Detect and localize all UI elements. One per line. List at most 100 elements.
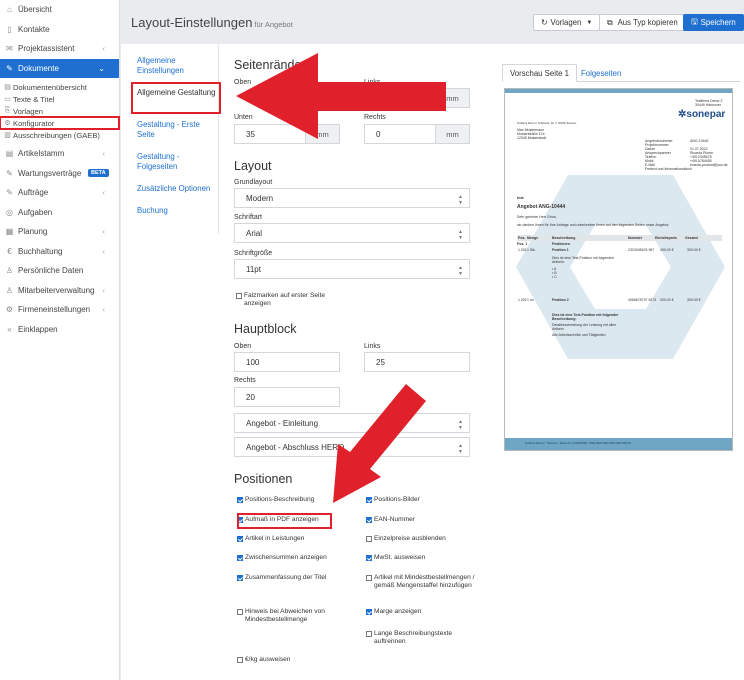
sidebar-item-übersicht[interactable]: ⌂ Übersicht	[0, 0, 119, 20]
checkbox-box[interactable]	[366, 609, 372, 615]
fold-marks-checkbox[interactable]: Falzmarken auf erster Seite anzeigen	[236, 292, 341, 309]
sidebar-item-einklappen[interactable]: « Einklappen	[0, 320, 119, 340]
meta-value: ricarda-product@yoo.de	[690, 163, 728, 167]
nav-general[interactable]: Allgemeine Einstellungen	[137, 56, 217, 76]
nav-following-pages[interactable]: Gestaltung - Folgeseiten	[137, 152, 217, 172]
sidebar-item-label: Wartungsverträge	[18, 168, 82, 178]
checkbox-box[interactable]	[237, 609, 243, 615]
nav-booking[interactable]: Buchung	[137, 206, 217, 216]
checkbox-label: Artikel in Leistungen	[245, 535, 305, 542]
position-option-checkbox[interactable]: Artikel mit Mindestbestellmengen / gemäß…	[366, 574, 491, 591]
sidebar-item-projektassistent[interactable]: ✉ Projektassistent ‹	[0, 39, 119, 59]
sidebar-item-buchhaltung[interactable]: € Buchhaltung ‹	[0, 242, 119, 262]
font-size-select[interactable]: 11pt ▲ ▼	[234, 259, 470, 279]
sidebar-item-label: Kontakte	[18, 24, 50, 34]
sidebar-item-dokumente[interactable]: ✎ Dokumente ⌄	[0, 58, 119, 78]
checkbox-box[interactable]	[366, 555, 372, 561]
checkbox-label: MwSt. ausweisen	[374, 554, 426, 561]
checkbox-box[interactable]	[366, 497, 372, 503]
checkbox-box[interactable]	[237, 555, 243, 561]
margin-right-input[interactable]: 0 mm	[364, 124, 470, 144]
templates-button[interactable]: ↻ Vorlagen ▼	[533, 14, 601, 31]
watermark-hexagon	[516, 175, 725, 359]
table-header-cell: Menge	[527, 236, 539, 240]
checkbox-label: Marge anzeigen	[374, 608, 422, 615]
margin-left-input[interactable]: mm	[364, 88, 470, 108]
sidebar-item-dokumentenübersicht[interactable]: ▤ Dokumentenübersicht	[0, 81, 119, 93]
closing-text-select[interactable]: Angebot - Abschluss HERO ▲ ▼	[234, 437, 470, 457]
intro-text-select[interactable]: Angebot - Einleitung ▲ ▼	[234, 413, 470, 433]
preview-tabs: Vorschau Seite 1 Folgeseiten	[502, 64, 740, 82]
caret-icon: ▲ ▼	[458, 443, 463, 455]
mainblock-top-input[interactable]: 100	[234, 352, 340, 372]
sidebar-item-mitarbeiterverwaltung[interactable]: ♙ Mitarbeiterverwaltung ‹	[0, 281, 119, 301]
nav-extra-options[interactable]: Zusätzliche Optionen	[137, 184, 217, 194]
sidebar-item-aufgaben[interactable]: ◎ Aufgaben	[0, 203, 119, 223]
checkbox-box[interactable]	[237, 657, 243, 663]
position-option-checkbox[interactable]: €/kg ausweisen	[237, 656, 347, 664]
project-icon: ✉	[6, 44, 13, 54]
table-cell: 300.00 €	[660, 248, 674, 252]
table-header-cell: Einheitspreis	[655, 236, 677, 240]
checkbox-box[interactable]	[366, 536, 372, 542]
position-option-checkbox[interactable]: Positions-Bilder	[366, 496, 476, 504]
beta-badge: BETA	[88, 169, 109, 178]
article-icon: ▤	[5, 149, 14, 159]
sidebar-item-label: Aufgaben	[18, 207, 53, 217]
checkbox-box[interactable]	[236, 293, 242, 299]
checkbox-box[interactable]	[237, 575, 243, 581]
checkbox-box[interactable]	[366, 575, 372, 581]
sidebar-item-wartungsverträge[interactable]: ✎ Wartungsverträge BETA	[0, 164, 119, 184]
position-option-checkbox[interactable]: MwSt. ausweisen	[366, 554, 476, 562]
chevron-icon: ‹	[102, 44, 105, 54]
position-option-checkbox[interactable]: Marge anzeigen	[366, 608, 476, 616]
doc-intro: wir danken Ihnen für Ihre Anfrage und un…	[517, 223, 670, 227]
position-option-checkbox[interactable]: Hinweis bei Abweichen von Mindestbestell…	[237, 608, 357, 625]
sidebar: ⌂ Übersicht ▯ Kontakte ✉ Projektassistent ‹ ✎ Do…	[0, 0, 120, 680]
position-option-checkbox[interactable]: Zwischensummen anzeigen	[237, 554, 347, 562]
sidebar-item-persönliche-daten[interactable]: ♙ Persönliche Daten	[0, 261, 119, 281]
sidebar-item-aufträge[interactable]: ✎ Aufträge ‹	[0, 183, 119, 203]
copy-from-type-button[interactable]: ⧉ Aus Typ kopieren	[599, 14, 686, 31]
table-cell: 1 m²	[527, 298, 534, 302]
sidebar-item-konfigurator[interactable]: ⚙ Konfigurator	[0, 116, 120, 130]
sidebar-item-planung[interactable]: ▦ Planung ‹	[0, 222, 119, 242]
home-icon: ⌂	[7, 5, 12, 15]
sidebar-item-texte-titel[interactable]: ▭ Texte & Titel	[0, 93, 119, 105]
position-option-checkbox[interactable]: Lange Beschreibungstexte auftrennen	[366, 630, 476, 647]
position-option-checkbox[interactable]: Einzelpreise ausblenden	[366, 535, 476, 543]
position-option-checkbox[interactable]: Positions-Beschreibung	[237, 496, 347, 504]
position-option-checkbox[interactable]: Artikel in Leistungen	[237, 535, 347, 543]
sidebar-item-artikelstamm[interactable]: ▤ Artikelstamm ‹	[0, 144, 119, 164]
doc-pos-num: Pos. 1	[517, 242, 528, 246]
section-margins-title: Seitenränder	[234, 58, 306, 72]
base-layout-select[interactable]: Modern ▲ ▼	[234, 188, 470, 208]
mainblock-left-input[interactable]: 25	[364, 352, 470, 372]
table-cell: 2324345676 987	[628, 248, 655, 252]
font-select[interactable]: Arial ▲ ▼	[234, 223, 470, 243]
sidebar-item-label: Dokumente	[18, 63, 59, 73]
checkbox-label: Einzelpreise ausblenden	[374, 535, 446, 542]
save-button[interactable]: 🖫 Speichern	[683, 14, 744, 31]
sidebar-item-firmeneinstellungen[interactable]: ⚙ Firmeneinstellungen ‹	[0, 300, 119, 320]
content-panel: Allgemeine Einstellungen Allgemeine Gest…	[121, 44, 744, 680]
mainblock-right-input[interactable]: 20	[234, 387, 340, 407]
sidebar-item-label: Einklappen	[18, 324, 58, 334]
checkbox-box[interactable]	[366, 631, 372, 637]
row1-item-c: • C	[552, 275, 557, 279]
tab-preview-first-page[interactable]: Vorschau Seite 1	[502, 64, 577, 82]
checkbox-label: Positions-Beschreibung	[245, 496, 315, 503]
chevron-icon: ‹	[102, 227, 105, 237]
tab-preview-following[interactable]: Folgeseiten	[574, 64, 628, 82]
sidebar-item-kontakte[interactable]: ▯ Kontakte	[0, 20, 119, 40]
margin-bottom-input[interactable]: 35 mm	[234, 124, 340, 144]
checkbox-box[interactable]	[237, 536, 243, 542]
position-option-checkbox[interactable]: Zusammenfassung der Titel	[237, 574, 362, 582]
checkbox-box[interactable]	[237, 497, 243, 503]
nav-first-page[interactable]: Gestaltung - Erste Seite	[137, 120, 217, 140]
mainblock-left-label: Links	[364, 343, 381, 350]
position-option-checkbox[interactable]: EAN-Nummer	[366, 516, 476, 524]
sidebar-item-vorlagen[interactable]: ⎘ Vorlagen	[0, 105, 119, 117]
sidebar-item-ausschreibungen-gaeb-[interactable]: ▥ Ausschreibungen (GAEB)	[0, 129, 119, 141]
checkbox-box[interactable]	[366, 517, 372, 523]
